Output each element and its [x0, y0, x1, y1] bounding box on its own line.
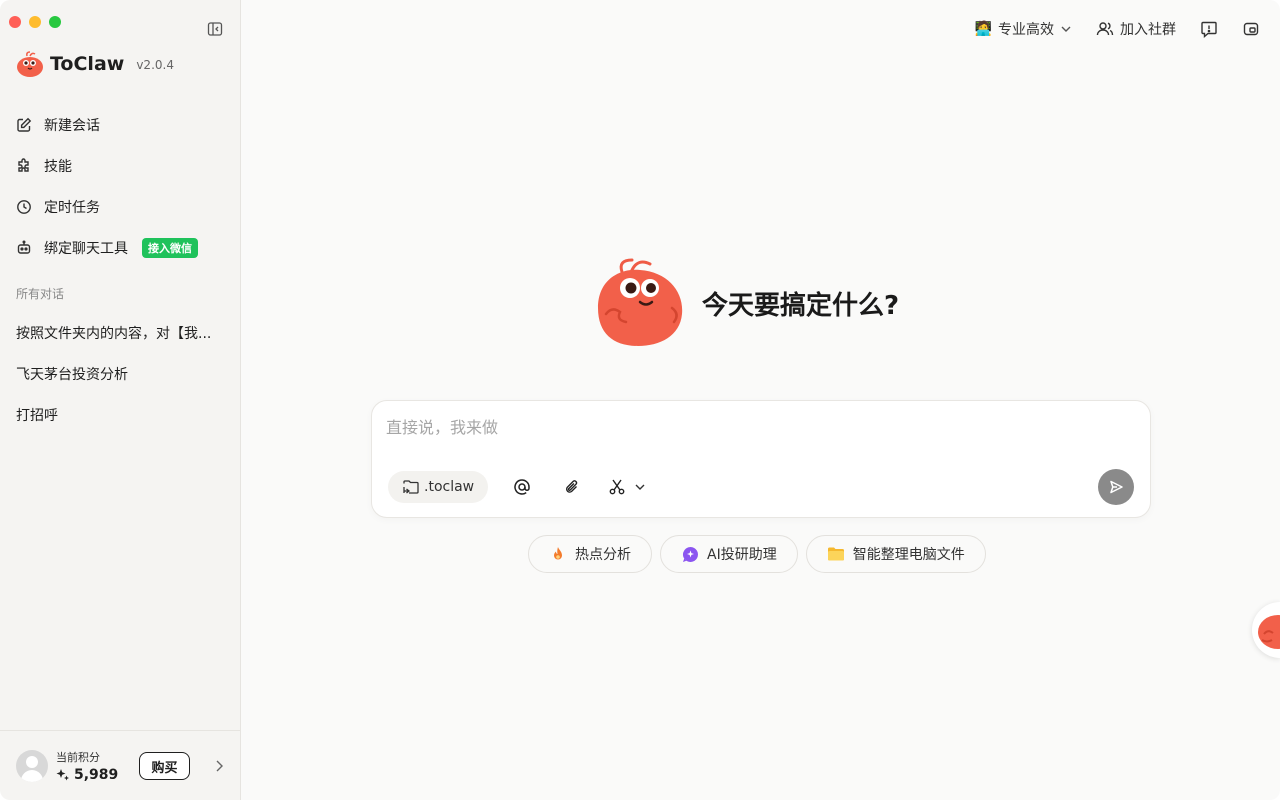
users-icon [1096, 22, 1114, 36]
points-label: 当前积分 [56, 750, 100, 764]
suggestion-ai-research[interactable]: AI投研助理 [660, 535, 798, 573]
mascot-mini-icon [1258, 615, 1280, 649]
suggestion-hot-topics[interactable]: 热点分析 [528, 535, 652, 573]
edit-icon [17, 117, 32, 132]
nav-bind-chat-tool[interactable]: 绑定聊天工具 接入微信 [0, 227, 240, 268]
suggestion-chips: 热点分析 AI投研助理 智能整理电脑文件 [528, 535, 986, 573]
prompt-input[interactable] [386, 415, 1126, 439]
feedback-icon [1201, 21, 1217, 38]
suggestion-label: 热点分析 [575, 547, 631, 563]
conversation-title: 打招呼 [16, 407, 58, 424]
app-window: ToClaw v2.0.4 新建会话 技能 定时任务 绑定聊天工具 接入微信 所… [0, 0, 1280, 800]
toclaw-logo-icon [17, 51, 43, 77]
screenshot-tool[interactable] [606, 471, 646, 503]
floating-assistant-button[interactable] [1252, 602, 1280, 658]
puzzle-icon [18, 157, 29, 172]
sparkle-points-icon [56, 768, 69, 780]
nav-skills[interactable]: 技能 [0, 145, 240, 186]
chevron-right-icon[interactable] [213, 759, 225, 773]
nav-scheduled-tasks[interactable]: 定时任务 [0, 186, 240, 227]
mascot-icon [598, 258, 683, 346]
send-icon [1110, 480, 1123, 494]
mention-button[interactable] [506, 471, 538, 503]
nav-label: 绑定聊天工具 [44, 240, 128, 257]
feedback-button[interactable] [1200, 20, 1218, 38]
mode-label: 专业高效 [998, 22, 1054, 38]
nav-new-chat[interactable]: 新建会话 [0, 104, 240, 145]
at-icon [514, 479, 530, 495]
sparkle-icon [681, 545, 699, 563]
nav-label: 技能 [44, 158, 72, 175]
folder-icon [827, 545, 845, 563]
conversation-title: 飞天茅台投资分析 [16, 366, 128, 383]
paperclip-icon [566, 480, 578, 493]
avatar[interactable] [16, 749, 48, 782]
send-button[interactable] [1098, 469, 1134, 505]
conversations-section-title: 所有对话 [16, 287, 65, 301]
maximize-window-button[interactable] [49, 16, 61, 28]
suggestion-label: AI投研助理 [707, 547, 777, 563]
minimize-window-button[interactable] [29, 16, 41, 28]
composer-toolbar: .toclaw [388, 471, 646, 503]
window-switch-icon [1243, 22, 1259, 36]
sidebar-toggle-icon[interactable] [207, 21, 223, 37]
screenshot-button[interactable] [606, 471, 628, 503]
app-name: ToClaw [50, 53, 125, 75]
topbar: 🧑‍💻 专业高效 加入社群 [975, 15, 1260, 43]
folder-switch-icon [403, 480, 419, 494]
scissors-icon [609, 479, 625, 495]
nav-label: 新建会话 [44, 117, 100, 134]
wechat-badge[interactable]: 接入微信 [142, 237, 198, 258]
conversation-item[interactable]: 按照文件夹内的内容，对【我... [0, 312, 240, 353]
chevron-down-icon[interactable] [634, 481, 646, 493]
composer: .toclaw [371, 400, 1151, 518]
hero: 今天要搞定什么? [592, 258, 899, 348]
workspace-folder-chip[interactable]: .toclaw [388, 471, 489, 503]
community-label: 加入社群 [1120, 22, 1176, 38]
sidebar-nav: 新建会话 技能 定时任务 绑定聊天工具 接入微信 [0, 104, 240, 268]
suggestion-label: 智能整理电脑文件 [852, 547, 965, 563]
close-window-button[interactable] [9, 16, 21, 28]
brand: ToClaw v2.0.4 [16, 50, 174, 78]
window-controls [9, 16, 61, 28]
window-switch-button[interactable] [1242, 20, 1260, 38]
attach-button[interactable] [556, 471, 588, 503]
mode-selector[interactable]: 🧑‍💻 专业高效 [975, 19, 1072, 39]
app-version: v2.0.4 [136, 58, 174, 72]
fire-icon [549, 545, 567, 563]
mode-avatar-icon: 🧑‍💻 [974, 21, 992, 37]
sidebar-footer: 当前积分 5,989 购买 [0, 730, 240, 800]
conversation-list: 按照文件夹内的内容，对【我... 飞天茅台投资分析 打招呼 [0, 312, 240, 435]
buy-button[interactable]: 购买 [139, 752, 190, 780]
nav-label: 定时任务 [44, 199, 100, 216]
chevron-down-icon [1061, 26, 1071, 32]
conversation-item[interactable]: 飞天茅台投资分析 [0, 353, 240, 394]
main-area: 🧑‍💻 专业高效 加入社群 [241, 0, 1280, 800]
bot-icon [17, 240, 31, 254]
join-community-button[interactable]: 加入社群 [1096, 19, 1176, 39]
suggestion-organize-files[interactable]: 智能整理电脑文件 [805, 535, 986, 573]
points-value: 5,989 [56, 767, 118, 783]
conversation-item[interactable]: 打招呼 [0, 394, 240, 435]
conversation-title: 按照文件夹内的内容，对【我... [16, 325, 212, 342]
clock-icon [17, 199, 31, 214]
sidebar: ToClaw v2.0.4 新建会话 技能 定时任务 绑定聊天工具 接入微信 所… [0, 0, 241, 800]
points-panel: 当前积分 5,989 [56, 749, 118, 783]
folder-label: .toclaw [424, 479, 475, 495]
hero-title: 今天要搞定什么? [702, 290, 900, 321]
